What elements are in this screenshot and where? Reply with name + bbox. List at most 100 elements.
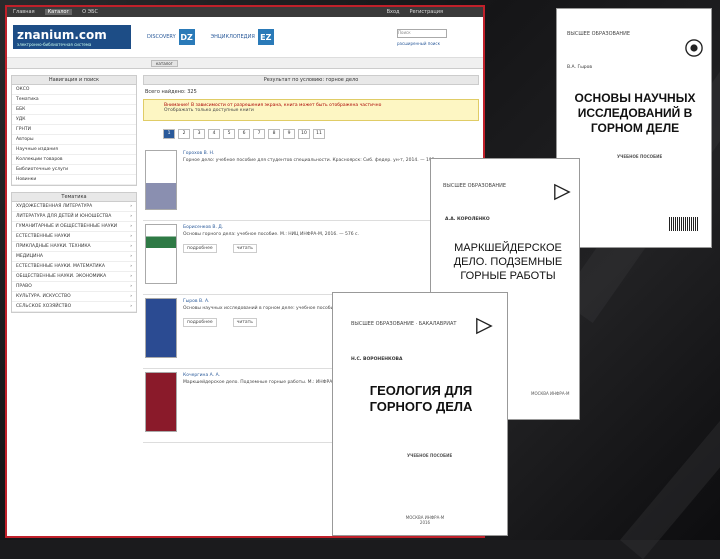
page-link[interactable]: 11 [313, 129, 325, 139]
book-author[interactable]: Кочергина А. А. [183, 372, 354, 379]
chevron-right-icon: › [130, 264, 132, 269]
publisher-emblem-icon [476, 317, 493, 335]
page-link[interactable]: 8 [268, 129, 280, 139]
discovery-logo[interactable]: DISCOVERY DZ [147, 29, 195, 45]
chevron-right-icon: › [130, 304, 132, 309]
theme-item[interactable]: Сельское хозяйство › [12, 302, 136, 312]
cover-author: Н.С. ВОРОНЕНКОВА [351, 357, 403, 362]
read-button[interactable]: читать [232, 244, 257, 253]
theme-label: Естественные науки. Математика [16, 264, 105, 269]
sidebar-item[interactable]: Библиотечные услуги [12, 165, 136, 175]
site-logo[interactable]: znanium.com электронно-библиотечная сист… [13, 25, 131, 49]
theme-item[interactable]: Право › [12, 282, 136, 292]
login-link[interactable]: Вход [387, 9, 400, 15]
available-only-checkbox[interactable]: Отображать только доступные книги [164, 108, 458, 113]
results-title: Результат по условию: горное дело [143, 75, 479, 85]
chevron-right-icon: › [130, 234, 132, 239]
theme-item[interactable]: Прикладные науки. Техника › [12, 242, 136, 252]
page-link[interactable]: 1 [163, 129, 175, 139]
chevron-right-icon: › [130, 214, 132, 219]
publisher-emblem-icon [685, 39, 703, 57]
sidebar-item[interactable]: УДК [12, 115, 136, 125]
sidebar-item[interactable]: ОКСО [12, 85, 136, 95]
theme-label: Художественная литература [16, 204, 93, 209]
theme-panel-title: Тематика [12, 193, 136, 202]
theme-item[interactable]: Художественная литература › [12, 202, 136, 212]
sidebar-item[interactable]: ББК [12, 105, 136, 115]
site-header: znanium.com электронно-библиотечная сист… [7, 17, 483, 58]
dz-icon: DZ [178, 29, 195, 45]
sidebar: Навигация и поиск ОКСО Тематика ББК УДК … [11, 75, 137, 443]
top-nav: Главная Каталог О ЭБС Вход Регистрация [7, 7, 483, 17]
book-author[interactable]: Борисенков В. Д. [183, 224, 359, 231]
book-description: Маркшейдерское дело. Подземные горные ра… [183, 380, 354, 385]
chevron-right-icon: › [130, 204, 132, 209]
book-cover-thumb[interactable] [145, 224, 177, 284]
sidebar-item[interactable]: Авторы [12, 135, 136, 145]
top-nav-about[interactable]: О ЭБС [82, 9, 98, 15]
page-link[interactable]: 3 [193, 129, 205, 139]
encyclopedia-logo[interactable]: ЭНЦИКЛОПЕДИЯ EZ [211, 29, 274, 45]
nav-panel-title: Навигация и поиск [12, 76, 136, 85]
theme-item[interactable]: Культура. Искусство › [12, 292, 136, 302]
cover-type: УЧЕБНОЕ ПОСОБИЕ [617, 154, 663, 159]
chevron-right-icon: › [130, 254, 132, 259]
chevron-right-icon: › [130, 244, 132, 249]
theme-label: Гуманитарные и общественные науки [16, 224, 118, 229]
theme-label: Естественные науки [16, 234, 71, 239]
theme-label: Право [16, 284, 32, 289]
cover-city: МОСКВА ИНФРА-М [531, 391, 570, 396]
book-cover-thumb[interactable] [145, 150, 177, 210]
theme-item[interactable]: Общественные науки. Экономика › [12, 272, 136, 282]
sidebar-item[interactable]: Коллекции товаров [12, 155, 136, 165]
book-description: Горное дело: учебное пособие для студент… [183, 158, 440, 163]
cover-title: ГЕОЛОГИЯ ДЛЯ ГОРНОГО ДЕЛА [369, 383, 473, 414]
theme-item[interactable]: Естественные науки. Математика › [12, 262, 136, 272]
top-nav-home[interactable]: Главная [13, 9, 35, 15]
read-button[interactable]: читать [232, 318, 257, 327]
theme-label: Общественные науки. Экономика [16, 274, 107, 279]
book-cover-3: ВЫСШЕЕ ОБРАЗОВАНИЕ · БАКАЛАВРИАТ Н.С. ВО… [332, 292, 508, 536]
theme-item[interactable]: Медицина › [12, 252, 136, 262]
top-nav-catalog[interactable]: Каталог [44, 9, 73, 15]
theme-item[interactable]: Гуманитарные и общественные науки › [12, 222, 136, 232]
details-button[interactable]: подробнее [183, 244, 217, 253]
page-link[interactable]: 2 [178, 129, 190, 139]
chevron-right-icon: › [130, 224, 132, 229]
theme-label: Прикладные науки. Техника [16, 244, 91, 249]
pagination: 1 2 3 4 5 6 7 8 9 10 11 [163, 129, 479, 139]
publisher-emblem-icon [554, 183, 571, 201]
theme-label: Культура. Искусство [16, 294, 71, 299]
page-link[interactable]: 7 [253, 129, 265, 139]
sidebar-item[interactable]: ГРНТИ [12, 125, 136, 135]
theme-item[interactable]: Естественные науки › [12, 232, 136, 242]
theme-item[interactable]: Литература для детей и юношества › [12, 212, 136, 222]
sidebar-item[interactable]: Тематика [12, 95, 136, 105]
details-button[interactable]: подробнее [183, 318, 217, 327]
cover-title: МАРКШЕЙДЕРСКОЕ ДЕЛО. ПОДЗЕМНЫЕ ГОРНЫЕ РА… [453, 242, 563, 282]
list-item: Горохов В. Н. Горное дело: учебное пособи… [143, 147, 479, 221]
book-author[interactable]: Горохов В. Н. [183, 150, 440, 157]
cover-city: МОСКВА ИНФРА-М 2016 [405, 515, 445, 525]
theme-label: Сельское хозяйство [16, 304, 72, 309]
ez-icon: EZ [257, 29, 274, 45]
page-link[interactable]: 10 [298, 129, 310, 139]
cover-title: ОСНОВЫ НАУЧНЫХ ИССЛЕДОВАНИЙ В ГОРНОМ ДЕЛ… [574, 91, 696, 135]
page-link[interactable]: 5 [223, 129, 235, 139]
nav-panel: Навигация и поиск ОКСО Тематика ББК УДК … [11, 75, 137, 186]
book-cover-thumb[interactable] [145, 298, 177, 358]
chevron-right-icon: › [130, 274, 132, 279]
book-cover-thumb[interactable] [145, 372, 177, 432]
barcode-icon [669, 217, 699, 231]
chevron-right-icon: › [130, 284, 132, 289]
search-input[interactable]: Поиск [397, 28, 447, 38]
sidebar-item[interactable]: Новинки [12, 175, 136, 185]
page-link[interactable]: 6 [238, 129, 250, 139]
register-link[interactable]: Регистрация [409, 9, 443, 15]
book-description: Основы горного дела: учебное пособие. М.… [183, 232, 359, 237]
tab-catalog[interactable]: каталог [151, 59, 178, 67]
page-link[interactable]: 9 [283, 129, 295, 139]
page-link[interactable]: 4 [208, 129, 220, 139]
sidebar-item[interactable]: Научные издания [12, 145, 136, 155]
advanced-search-link[interactable]: расширенный поиск [397, 41, 447, 46]
